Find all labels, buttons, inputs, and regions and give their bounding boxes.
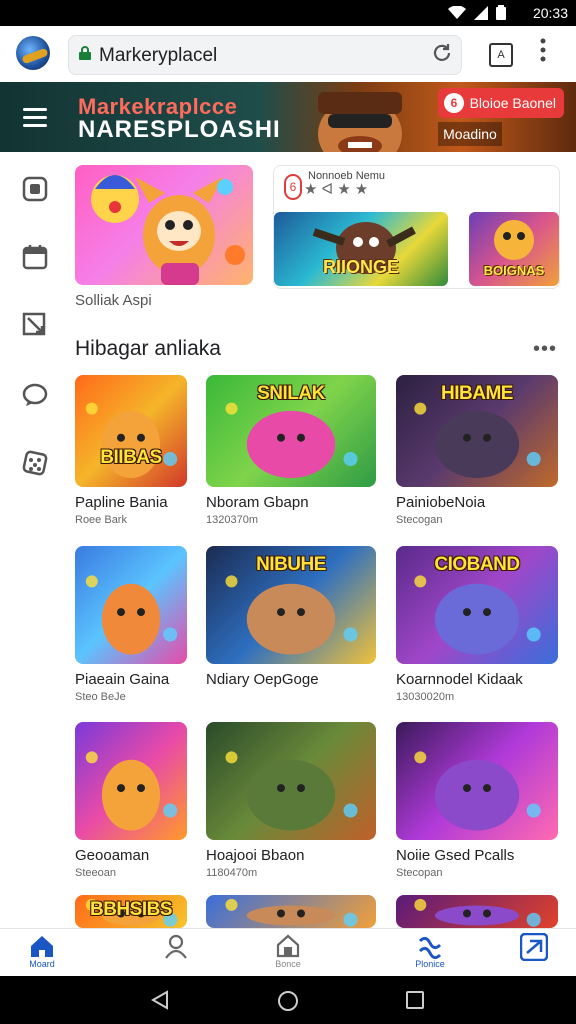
address-bar[interactable]: Markeryplacel [68,35,462,75]
game-thumbnail[interactable] [75,546,187,664]
status-bar: 20:33 [0,0,576,26]
game-thumbnail[interactable]: SNILAK [206,375,376,487]
bottom-nav-browse-label: Bonce [275,959,301,969]
system-nav-bar [0,976,576,1024]
game-thumbnail[interactable] [206,722,376,840]
game-art [414,898,541,927]
chat-bubble-icon[interactable] [22,382,48,408]
promo-art-2-text: BOIGNAS [483,263,545,278]
hero-badge-label: Bloioe Baonel [469,95,556,111]
game-art-text: SNILAK [257,383,325,404]
game-title: Geooaman [75,847,150,864]
hero-banner[interactable]: Markekraplcce NARESPLOASHI 6 Bloioe Baon… [0,82,576,152]
game-art [225,751,358,831]
hero-subtitle: NARESPLOASHI [78,116,281,143]
hero-sub-badge[interactable]: Moadino [438,122,502,146]
game-thumbnail[interactable] [396,722,558,840]
browser-logo-icon[interactable] [16,36,50,70]
side-nav [0,152,70,482]
wifi-icon [448,4,466,23]
game-subtitle: 13030020m [396,691,455,703]
crop-icon[interactable] [22,312,48,338]
game-art [85,751,178,831]
signal-icon [474,5,488,23]
game-subtitle: Steeoan [75,867,116,879]
hero-character-art [318,92,402,152]
bottom-nav-promotions[interactable]: Plonice [400,933,460,969]
person-icon [165,934,187,959]
game-title: PainiobeNoia [396,494,486,511]
game-title: Hoajooi Bbaon [206,847,305,864]
game-art-text: BIIBAS [100,447,162,468]
game-thumbnail[interactable] [396,895,558,928]
game-art-text: BBHSIBS [89,899,173,920]
game-title: Papline Bania [75,494,168,511]
lock-icon [79,46,91,60]
bottom-nav-profile[interactable] [146,933,206,959]
bottom-nav-home[interactable]: Moard [12,933,72,969]
featured-game-caption: Solliak Aspi [75,292,152,309]
game-art [85,402,178,479]
game-thumbnail[interactable]: HIBAME [396,375,558,487]
promo-game-thumbnail-1[interactable]: RIIONGE [274,212,448,286]
game-art [414,751,541,831]
game-art [225,898,358,927]
bottom-nav-browse[interactable]: Bonce [258,933,318,969]
hero-promo-badge[interactable]: 6 Bloioe Baonel [438,88,564,118]
section-title: Hibagar anliaka [75,337,221,360]
game-subtitle: Stecopan [396,867,443,879]
browser-toolbar: Markeryplacel A [0,26,576,83]
bottom-nav-home-label: Moard [29,959,55,969]
game-title: Ndiary OepGoge [206,671,319,688]
game-subtitle: Roee Bark [75,514,127,526]
featured-game-card[interactable] [75,165,253,285]
status-time: 20:33 [532,5,568,21]
calendar-icon[interactable] [22,244,48,270]
game-art-text: NIBUHE [256,554,326,575]
game-thumbnail[interactable]: NIBUHE [206,546,376,664]
game-subtitle: Steo BeJe [75,691,126,703]
house-outline-icon [276,934,300,958]
promo-rating: ★ ᐊ ★ ★ [304,181,369,198]
game-title: Noiie Gsed Pcalls [396,847,515,864]
featured-game-art [91,175,245,285]
promo-art-1-text: RIIONGE [322,257,399,277]
section-more-icon[interactable]: ••• [533,338,557,361]
recents-icon[interactable] [406,991,424,1009]
reload-icon[interactable] [431,42,453,70]
game-thumbnail[interactable]: CIOBAND [396,546,558,664]
game-thumbnail[interactable] [75,722,187,840]
game-thumbnail[interactable]: BBHSIBS [75,895,187,928]
game-art-text: HIBAME [441,383,513,404]
battery-icon [496,5,506,23]
game-subtitle: 1180470m [206,867,258,879]
bottom-nav-shortcut[interactable] [504,933,564,961]
hero-badge-icon: 6 [444,93,464,113]
more-menu-icon[interactable] [540,38,546,62]
back-icon[interactable] [150,990,170,1010]
shortcut-box-icon [520,933,548,961]
tab-switcher-button[interactable]: A [489,43,513,67]
hamburger-menu-icon[interactable] [23,108,47,127]
game-subtitle: Stecogan [396,514,443,526]
home-circle-icon[interactable] [277,990,299,1012]
game-title: Piaeain Gaina [75,671,170,688]
bottom-nav: Moard Bonce Plonice [0,928,576,977]
url-text: Markeryplacel [99,45,218,66]
game-art [85,575,178,655]
game-subtitle: 1320370m [206,514,258,526]
dice-icon[interactable] [22,450,48,476]
bottom-nav-promotions-label: Plonice [415,959,445,969]
promo-card[interactable]: 6 Nonnoeb Nemu ★ ᐊ ★ ★ RIIONGE BOIGNAS [273,165,560,289]
promo-game-thumbnail-2[interactable]: BOIGNAS [469,212,559,286]
square-icon[interactable] [22,176,48,202]
game-title: Koarnnodel Kidaak [396,671,523,688]
location-pin-icon: 6 [284,174,302,200]
game-title: Nboram Gbapn [206,494,309,511]
promo-swirl-icon [418,936,442,959]
game-thumbnail[interactable]: BIIBAS [75,375,187,487]
home-icon [31,936,53,957]
game-art-text: CIOBAND [434,554,520,575]
game-thumbnail[interactable] [206,895,376,928]
